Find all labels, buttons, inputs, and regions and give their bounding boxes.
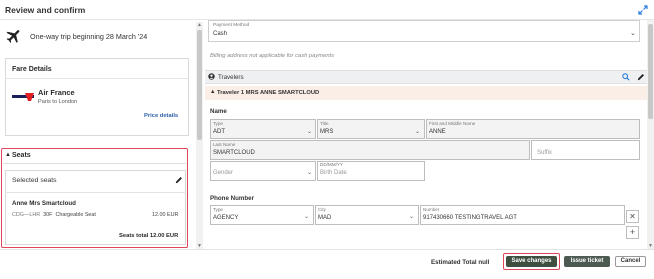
- phone-number-value: 917430660 TESTINGTRAVEL AGT: [423, 215, 517, 221]
- title-value: MRS: [320, 129, 334, 135]
- name-section-title: Name: [210, 108, 227, 115]
- air-france-logo: [12, 93, 34, 101]
- dialog-header: [0, 0, 654, 20]
- travelers-header: [205, 70, 649, 84]
- seats-highlight-outline: [1, 148, 188, 248]
- first-name-label: First and Middle Name: [429, 121, 476, 126]
- title-label: Title: [320, 121, 329, 126]
- route-text: Paris to London: [38, 99, 78, 105]
- phone-section-title: Phone Number: [210, 195, 255, 202]
- fare-details-title: Fare Details: [12, 66, 52, 73]
- airline-name: Air France: [38, 88, 75, 97]
- phone-city-label: City: [318, 207, 326, 212]
- price-details-link[interactable]: Price details: [144, 113, 178, 119]
- left-scrollbar-thumb[interactable]: [197, 30, 202, 140]
- pencil-icon[interactable]: [637, 73, 645, 81]
- trip-summary: One-way trip beginning 28 March '24: [30, 32, 148, 41]
- gender-placeholder: Gender: [213, 170, 234, 176]
- passenger-type-value: ADT: [213, 129, 225, 135]
- right-scrollbar-thumb[interactable]: [648, 24, 653, 119]
- payment-method-value: Cash: [213, 31, 228, 37]
- chevron-down-icon: ⌄: [307, 129, 313, 135]
- birth-date-format: DD/MM/YY: [320, 162, 343, 167]
- chevron-down-icon: ⌄: [307, 170, 313, 176]
- phone-number-label: Number: [423, 207, 440, 212]
- airplane-icon: [6, 30, 20, 43]
- scroll-up-icon[interactable]: ▲: [197, 22, 202, 28]
- birth-date-placeholder: Birth Date: [320, 170, 347, 176]
- last-name-field[interactable]: [210, 140, 530, 160]
- first-name-value: ANNE: [429, 129, 446, 135]
- chevron-up-icon: ▲: [210, 89, 216, 95]
- last-name-value: SMARTCLOUD: [213, 150, 255, 156]
- chevron-down-icon: ⌄: [630, 30, 636, 37]
- travelers-label: Travelers: [218, 74, 244, 81]
- billing-note: Billing address not applicable for cash …: [210, 53, 335, 59]
- expand-icon[interactable]: [638, 5, 648, 15]
- chevron-down-icon: ⌄: [415, 129, 421, 135]
- search-icon[interactable]: [622, 73, 630, 81]
- last-name-label: Last Name: [213, 142, 236, 147]
- user-icon: [208, 73, 215, 80]
- save-changes-button[interactable]: Save changes: [506, 256, 557, 267]
- estimated-total: Estimated Total null: [431, 259, 490, 266]
- cancel-button[interactable]: Cancel: [615, 256, 646, 267]
- payment-method-select[interactable]: [208, 20, 640, 42]
- add-phone-button[interactable]: +: [626, 226, 639, 239]
- traveler-title: Traveler 1 MRS ANNE SMARTCLOUD: [217, 90, 320, 96]
- payment-method-label: Payment Method: [213, 23, 250, 28]
- phone-type-label: Type: [213, 207, 223, 212]
- divider: [5, 78, 189, 79]
- phone-city-value: MAD: [318, 215, 332, 221]
- dialog-title: Review and confirm: [5, 5, 86, 15]
- remove-phone-button[interactable]: ✕: [626, 210, 639, 223]
- passenger-type-label: Type: [213, 121, 223, 126]
- phone-type-value: AGENCY: [213, 215, 239, 221]
- chevron-down-icon: ⌄: [304, 214, 310, 220]
- passenger-type-select[interactable]: [210, 119, 316, 139]
- issue-ticket-button[interactable]: Issue ticket: [564, 256, 610, 267]
- suffix-placeholder: Suffix: [537, 150, 552, 156]
- chevron-down-icon: ⌄: [409, 214, 415, 220]
